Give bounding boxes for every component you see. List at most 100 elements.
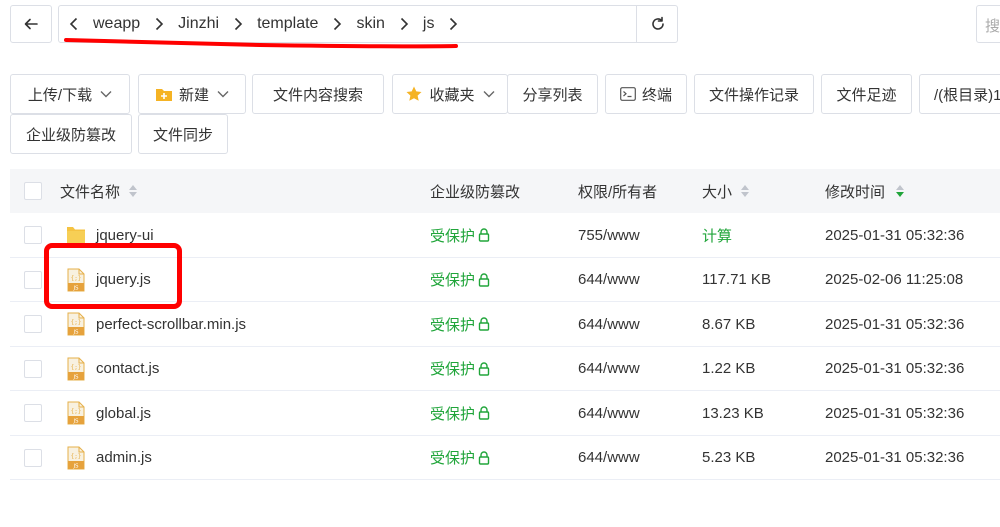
folder-icon [67, 227, 85, 243]
row-checkbox[interactable] [24, 270, 42, 289]
permission-owner[interactable]: 755/www [578, 213, 640, 257]
chevron-left-icon[interactable] [63, 13, 85, 35]
tamper-status[interactable]: 受保护 [430, 447, 490, 468]
tamper-status[interactable]: 受保护 [430, 403, 490, 424]
file-name[interactable]: perfect-scrollbar.min.js [96, 316, 246, 333]
file-name-cell[interactable]: {;} JS admin.js [66, 436, 152, 480]
svg-text:JS: JS [72, 419, 79, 425]
lock-icon [478, 272, 490, 287]
root-dir-button[interactable]: /(根目录)1 [919, 74, 1000, 114]
svg-text:JS: JS [72, 374, 79, 380]
file-name[interactable]: admin.js [96, 449, 152, 466]
breadcrumb: weapp Jinzhi template skin js [58, 5, 678, 43]
file-size: 5.23 KB [702, 449, 756, 466]
address-bar: weapp Jinzhi template skin js 搜 [10, 5, 1000, 43]
file-table: 文件名称 企业级防篡改 权限/所有者 大小 修改时间 jquery-ui 受保护… [10, 169, 1000, 480]
row-checkbox[interactable] [24, 448, 42, 467]
chevron-down-icon [217, 90, 229, 98]
breadcrumb-item[interactable]: weapp [85, 15, 148, 33]
header-size[interactable]: 大小 [702, 169, 750, 213]
file-sync-button[interactable]: 文件同步 [138, 114, 228, 154]
chevron-right-icon [227, 13, 249, 35]
tamper-status[interactable]: 受保护 [430, 225, 490, 246]
operation-log-button[interactable]: 文件操作记录 [694, 74, 814, 114]
footprint-button[interactable]: 文件足迹 [821, 74, 912, 114]
favorites-button[interactable]: 收藏夹 [392, 74, 508, 114]
file-size: 117.71 KB [702, 271, 771, 288]
lock-icon [478, 228, 490, 242]
file-name-cell[interactable]: {;} JS contact.js [66, 347, 159, 391]
modified-time: 2025-01-31 05:32:36 [825, 449, 965, 466]
file-name[interactable]: jquery.js [96, 271, 151, 288]
permission-owner[interactable]: 644/www [578, 391, 640, 435]
tamper-protection-button[interactable]: 企业级防篡改 [10, 114, 132, 154]
tamper-status[interactable]: 受保护 [430, 314, 490, 335]
content-search-button[interactable]: 文件内容搜索 [252, 74, 384, 114]
upload-download-button[interactable]: 上传/下载 [10, 74, 130, 114]
js-file-icon: {;} JS [67, 357, 85, 380]
table-header: 文件名称 企业级防篡改 权限/所有者 大小 修改时间 [10, 169, 1000, 213]
tamper-status[interactable]: 受保护 [430, 358, 490, 379]
row-checkbox[interactable] [24, 315, 42, 333]
row-checkbox[interactable] [24, 359, 42, 378]
sort-desc-icon [895, 184, 905, 198]
share-list-button[interactable]: 分享列表 [507, 74, 598, 114]
favorites-label: 收藏夹 [429, 86, 475, 104]
chevron-right-icon[interactable] [442, 13, 464, 35]
permission-owner[interactable]: 644/www [578, 347, 640, 391]
breadcrumb-item[interactable]: js [415, 15, 443, 33]
file-name-cell[interactable]: {;} JS perfect-scrollbar.min.js [66, 302, 246, 346]
upload-download-label: 上传/下载 [27, 86, 93, 104]
new-button[interactable]: 新建 [138, 74, 246, 114]
back-button[interactable] [10, 5, 52, 43]
terminal-icon [620, 87, 636, 101]
file-size: 8.67 KB [702, 315, 756, 333]
permission-owner[interactable]: 644/www [578, 258, 640, 302]
svg-text:{;}: {;} [71, 408, 82, 415]
file-name-cell[interactable]: {;} JS jquery.js [66, 258, 151, 302]
file-size[interactable]: 计算 [702, 213, 732, 257]
new-label: 新建 [178, 86, 209, 104]
svg-text:JS: JS [72, 330, 79, 336]
terminal-label: 终端 [641, 86, 672, 104]
table-row[interactable]: {;} JS admin.js 受保护 644/www 5.23 KB 2025-… [10, 436, 1000, 480]
breadcrumb-item[interactable]: skin [348, 15, 392, 33]
file-name-cell[interactable]: {;} JS global.js [66, 391, 151, 435]
js-file-icon: {;} JS [67, 312, 85, 336]
breadcrumb-item[interactable]: Jinzhi [170, 15, 227, 33]
row-checkbox[interactable] [24, 404, 42, 422]
svg-text:JS: JS [72, 285, 79, 291]
header-name-label: 文件名称 [60, 183, 121, 201]
table-row[interactable]: {;} JS perfect-scrollbar.min.js 受保护 644/w… [10, 302, 1000, 347]
modified-time: 2025-02-06 11:25:08 [825, 271, 964, 288]
header-tamper: 企业级防篡改 [430, 183, 521, 201]
lock-icon [478, 317, 490, 331]
header-permission: 权限/所有者 [578, 183, 658, 201]
file-name[interactable]: global.js [96, 405, 151, 422]
select-all-checkbox[interactable] [24, 182, 42, 200]
header-name[interactable]: 文件名称 [60, 169, 138, 213]
chevron-right-icon [148, 13, 170, 35]
table-row[interactable]: {;} JS contact.js 受保护 644/www 1.22 KB 202… [10, 347, 1000, 391]
row-checkbox[interactable] [24, 226, 42, 244]
svg-text:JS: JS [72, 463, 79, 469]
search-input[interactable]: 搜 [976, 5, 1000, 43]
file-name[interactable]: jquery-ui [96, 227, 154, 244]
sort-icon [740, 184, 750, 198]
table-row[interactable]: jquery-ui 受保护 755/www 计算 2025-01-31 05:3… [10, 213, 1000, 258]
permission-owner[interactable]: 644/www [578, 302, 640, 346]
table-body: jquery-ui 受保护 755/www 计算 2025-01-31 05:3… [10, 213, 1000, 480]
table-row[interactable]: {;} JS jquery.js 受保护 644/www 117.71 KB 20… [10, 258, 1000, 302]
file-name[interactable]: contact.js [96, 360, 159, 377]
terminal-button[interactable]: 终端 [605, 74, 687, 114]
refresh-button[interactable] [636, 5, 678, 43]
js-file-icon: {;} JS [67, 446, 85, 469]
permission-owner[interactable]: 644/www [578, 436, 640, 480]
file-name-cell[interactable]: jquery-ui [66, 213, 154, 257]
table-row[interactable]: {;} JS global.js 受保护 644/www 13.23 KB 202… [10, 391, 1000, 436]
tamper-status[interactable]: 受保护 [430, 269, 490, 290]
breadcrumb-item[interactable]: template [249, 15, 326, 33]
header-mtime[interactable]: 修改时间 [825, 169, 905, 213]
js-file-icon: {;} JS [67, 268, 85, 291]
chevron-right-icon [326, 13, 348, 35]
